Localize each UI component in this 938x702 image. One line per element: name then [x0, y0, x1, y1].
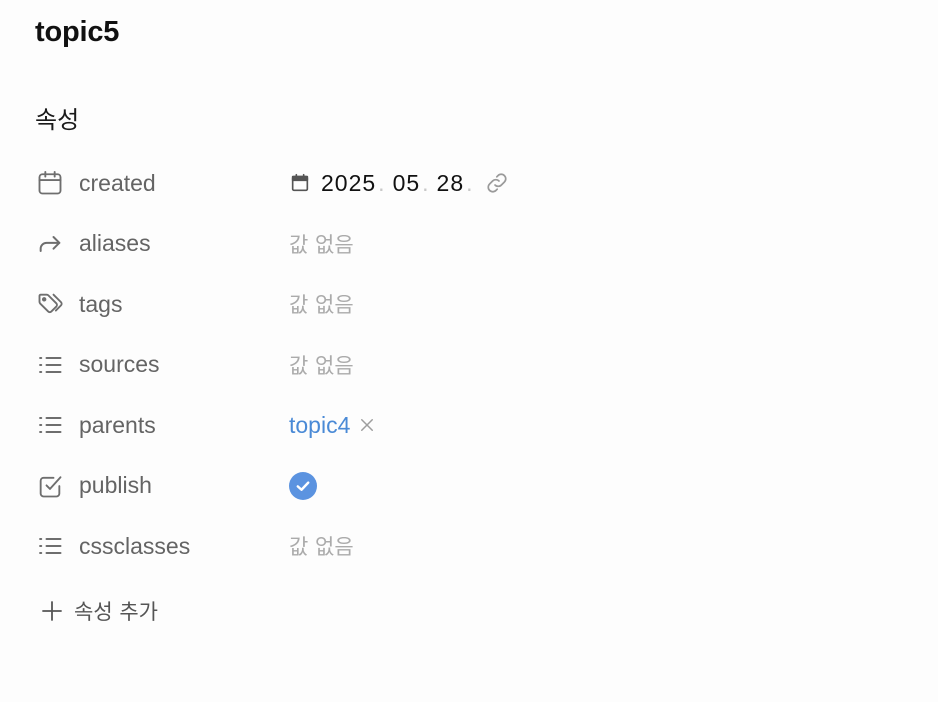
property-key-created[interactable]: created [35, 168, 275, 198]
property-key-tags[interactable]: tags [35, 289, 275, 319]
add-property-button[interactable]: 속성 추가 [40, 596, 158, 626]
property-name: created [79, 169, 156, 196]
property-name: aliases [79, 230, 151, 257]
empty-value[interactable]: 값 없음 [289, 531, 354, 561]
date-separator: . [466, 169, 473, 196]
list-icon[interactable] [35, 350, 65, 380]
property-key-cssclasses[interactable]: cssclasses [35, 531, 275, 561]
property-name: tags [79, 290, 123, 317]
date-year[interactable]: 2025 [321, 170, 376, 197]
property-row-sources: sources 값 없음 [0, 335, 938, 396]
date-value[interactable]: 2025 . 05 . 28 . [289, 170, 509, 197]
checkbox-icon[interactable] [35, 471, 65, 501]
property-key-sources[interactable]: sources [35, 350, 275, 380]
plus-icon [40, 599, 64, 623]
list-icon[interactable] [35, 531, 65, 561]
tags-icon[interactable] [35, 289, 65, 319]
note-title[interactable]: topic5 [35, 16, 119, 49]
property-row-created: created 2025 . 05 . 28 . [0, 153, 938, 214]
property-row-publish: publish [0, 456, 938, 517]
add-property-label: 속성 추가 [74, 600, 158, 624]
property-value-publish [289, 471, 317, 500]
date-separator: . [378, 169, 385, 196]
checked-checkbox[interactable] [289, 471, 317, 500]
property-row-aliases: aliases 값 없음 [0, 214, 938, 275]
list-icon[interactable] [35, 410, 65, 440]
property-value-created[interactable]: 2025 . 05 . 28 . [289, 170, 509, 197]
property-key-publish[interactable]: publish [35, 471, 275, 501]
properties-heading: 속성 [35, 106, 80, 134]
property-name: sources [79, 351, 160, 378]
internal-link[interactable]: topic4 [289, 412, 350, 439]
link-icon[interactable] [485, 171, 509, 195]
empty-value[interactable]: 값 없음 [289, 289, 354, 319]
property-row-parents: parents topic4 [0, 395, 938, 456]
forward-arrow-icon[interactable] [35, 229, 65, 259]
property-value-aliases[interactable]: 값 없음 [289, 229, 354, 259]
remove-icon[interactable] [358, 416, 376, 434]
property-name: parents [79, 411, 156, 438]
date-day[interactable]: 28 [437, 170, 465, 197]
date-separator: . [422, 169, 429, 196]
empty-value[interactable]: 값 없음 [289, 350, 354, 380]
property-value-cssclasses[interactable]: 값 없음 [289, 531, 354, 561]
property-row-cssclasses: cssclasses 값 없음 [0, 516, 938, 577]
property-key-aliases[interactable]: aliases [35, 229, 275, 259]
properties-list: created 2025 . 05 . 28 . aliases 값 없음 ta… [0, 153, 938, 577]
property-value-sources[interactable]: 값 없음 [289, 350, 354, 380]
property-value-parents: topic4 [289, 412, 376, 439]
calendar-icon[interactable] [35, 168, 65, 198]
property-name: cssclasses [79, 532, 191, 559]
property-name: publish [79, 472, 152, 499]
date-picker-icon[interactable] [289, 172, 311, 194]
property-key-parents[interactable]: parents [35, 410, 275, 440]
property-value-tags[interactable]: 값 없음 [289, 289, 354, 319]
property-row-tags: tags 값 없음 [0, 274, 938, 335]
date-month[interactable]: 05 [393, 170, 421, 197]
empty-value[interactable]: 값 없음 [289, 229, 354, 259]
